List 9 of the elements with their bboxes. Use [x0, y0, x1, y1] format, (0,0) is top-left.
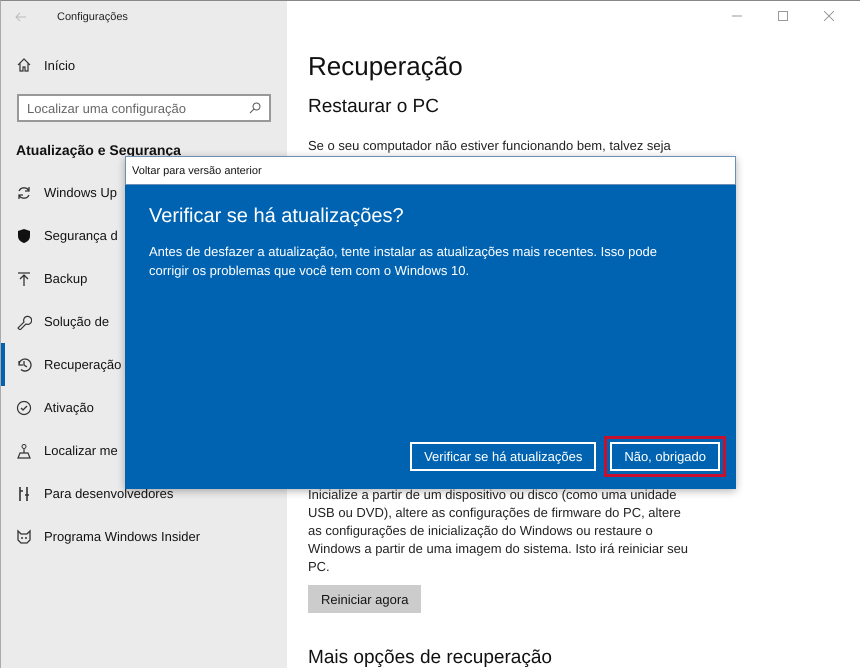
section-title: Restaurar o PC	[308, 96, 440, 118]
description-text: Inicialize a partir de um dispositivo ou disco (como uma unidade USB ou DVD), altere as configurações de firmware do PC, altere as configurações de inicialização do Windows ou restaure o Windows a partir de uma imagem do sistema. Isto irá reiniciar seu PC.	[308, 486, 690, 576]
dialog-heading: Verificar se há atualizações?	[149, 205, 405, 228]
description-text: Se o seu computador não estiver funcionando bem, talvez seja	[308, 138, 672, 153]
page-title: Recuperação	[308, 51, 464, 82]
dialog-title: Voltar para versão anterior	[125, 156, 736, 185]
section-title: Mais opções de recuperação	[308, 647, 553, 668]
window-title: Configurações	[57, 11, 128, 23]
dialog-text: Antes de desfazer a atualização, tente instalar as atualizações mais recentes. Isso pode corrigir os problemas que você tem com o Windows 10.	[149, 243, 658, 280]
